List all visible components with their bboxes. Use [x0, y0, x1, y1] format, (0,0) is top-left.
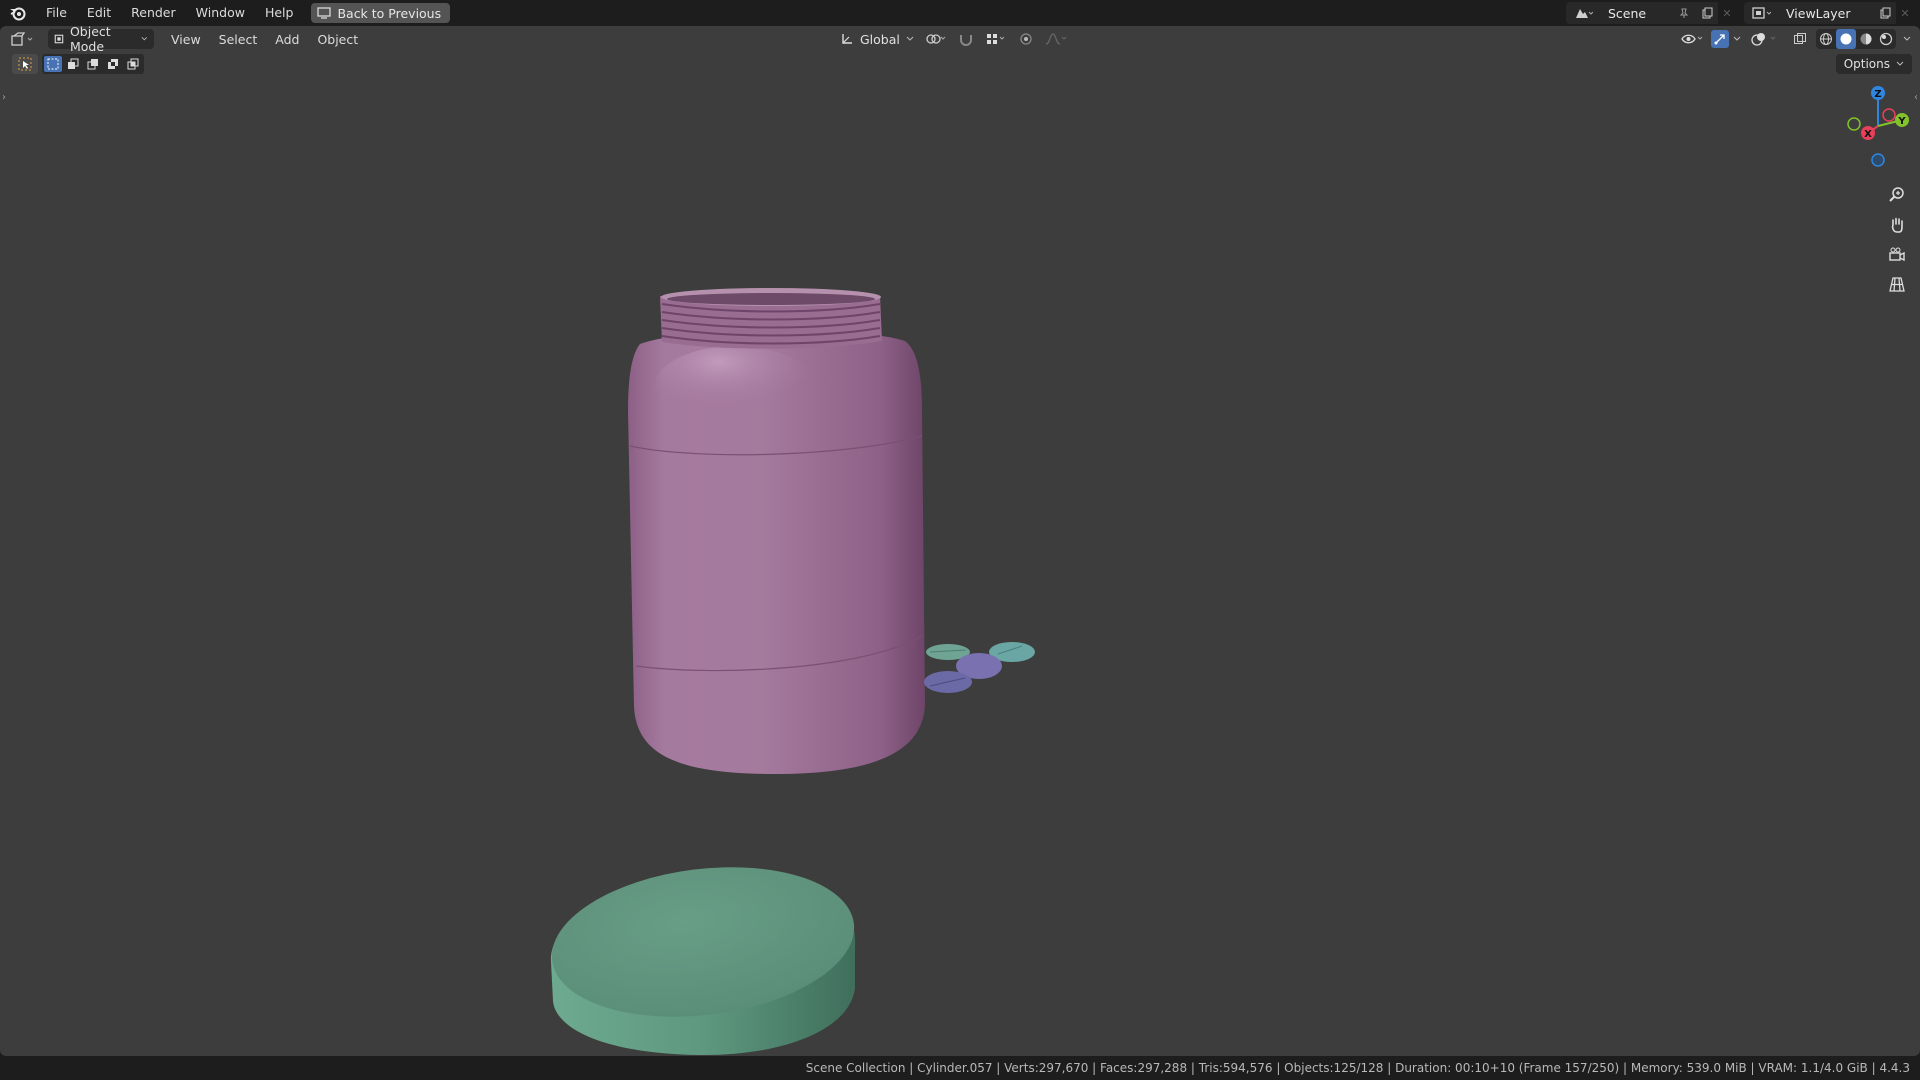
- top-menu-bar: File Edit Render Window Help Back to Pre…: [0, 0, 1920, 26]
- editor-type-icon[interactable]: [10, 29, 40, 49]
- solid-shading-icon[interactable]: [1836, 29, 1856, 49]
- menu-render[interactable]: Render: [121, 0, 186, 26]
- menu-object[interactable]: Object: [308, 32, 367, 47]
- scene-selector: Scene ✕: [1566, 2, 1736, 24]
- mode-label: Object Mode: [69, 26, 111, 54]
- pivot-point-icon[interactable]: [924, 29, 948, 49]
- chevron-down-icon: [1896, 61, 1904, 66]
- blender-logo-icon[interactable]: [0, 0, 36, 26]
- orientation-dropdown[interactable]: Global: [836, 29, 918, 49]
- overlays-icon[interactable]: [1748, 29, 1784, 49]
- jar-object[interactable]: [628, 288, 925, 774]
- wireframe-shading-icon[interactable]: [1816, 29, 1836, 49]
- new-view-layer-icon[interactable]: [1874, 2, 1896, 24]
- zoom-icon[interactable]: [1884, 182, 1910, 208]
- select-extend-icon[interactable]: [64, 56, 82, 72]
- gizmo-toggle-icon[interactable]: [1708, 29, 1744, 49]
- menu-add[interactable]: Add: [266, 32, 308, 47]
- select-intersect-icon[interactable]: [124, 56, 142, 72]
- axis-icon: [842, 34, 852, 44]
- shading-mode-group: [1816, 29, 1896, 49]
- lid-object[interactable]: [543, 851, 863, 1056]
- viewport-scene[interactable]: [0, 26, 1920, 1056]
- selection-tools: [12, 54, 144, 74]
- navigation-gizmo[interactable]: Z Y X: [1834, 82, 1914, 172]
- object-mode-icon: [54, 34, 64, 44]
- delete-view-layer-icon[interactable]: ✕: [1896, 2, 1914, 24]
- shading-options-chevron-icon[interactable]: [1900, 29, 1914, 49]
- scene-type-icon[interactable]: [1566, 2, 1600, 24]
- x-axis-label: X: [1864, 129, 1872, 140]
- back-to-previous-button[interactable]: Back to Previous: [311, 3, 451, 23]
- viewport-header: Object Mode View Select Add Object Globa…: [0, 26, 1920, 54]
- snap-target-icon[interactable]: [984, 29, 1008, 49]
- orientation-label: Global: [860, 31, 900, 47]
- pan-hand-icon[interactable]: [1884, 212, 1910, 238]
- menu-view[interactable]: View: [162, 32, 210, 47]
- mode-dropdown[interactable]: Object Mode: [48, 26, 154, 54]
- select-new-icon[interactable]: [44, 56, 62, 72]
- neg-y-axis-handle[interactable]: [1847, 117, 1861, 131]
- y-axis-label: Y: [1897, 116, 1906, 127]
- chevron-down-icon: [906, 36, 914, 41]
- viewport-display-tools: [1680, 29, 1914, 49]
- sidebar-expand-icon[interactable]: ‹: [1914, 92, 1918, 103]
- falloff-icon[interactable]: [1044, 29, 1068, 49]
- menu-select[interactable]: Select: [210, 32, 267, 47]
- neg-x-axis-handle[interactable]: [1882, 108, 1896, 122]
- new-scene-icon[interactable]: [1696, 2, 1718, 24]
- screen-icon: [317, 7, 332, 19]
- visibility-icon[interactable]: [1680, 29, 1704, 49]
- selection-mode-group: [42, 54, 144, 74]
- camera-view-icon[interactable]: [1884, 242, 1910, 268]
- rendered-shading-icon[interactable]: [1876, 29, 1896, 49]
- neg-z-axis-handle[interactable]: [1871, 153, 1885, 167]
- proportional-editing-icon[interactable]: [1014, 29, 1038, 49]
- back-button-label: Back to Previous: [337, 5, 442, 21]
- chevron-down-icon: [141, 37, 148, 41]
- status-bar: Scene Collection | Cylinder.057 | Verts:…: [0, 1056, 1920, 1080]
- menu-edit[interactable]: Edit: [77, 0, 121, 26]
- 3d-viewport[interactable]: Object Mode View Select Add Object Globa…: [0, 26, 1920, 1056]
- snap-icon[interactable]: [954, 29, 978, 49]
- material-shading-icon[interactable]: [1856, 29, 1876, 49]
- options-label: Options: [1843, 57, 1890, 71]
- scene-name-field[interactable]: Scene: [1600, 2, 1696, 24]
- view-layer-selector: ViewLayer ✕: [1744, 2, 1914, 24]
- xray-icon[interactable]: [1788, 29, 1812, 49]
- perspective-toggle-icon[interactable]: [1884, 272, 1910, 298]
- z-axis-label: Z: [1874, 89, 1881, 100]
- view-layer-name: ViewLayer: [1786, 5, 1851, 21]
- toolbar-expand-icon[interactable]: ›: [2, 92, 6, 103]
- select-difference-icon[interactable]: [104, 56, 122, 72]
- menu-help[interactable]: Help: [255, 0, 304, 26]
- menu-file[interactable]: File: [36, 0, 77, 26]
- view-layer-name-field[interactable]: ViewLayer: [1778, 2, 1874, 24]
- pin-icon[interactable]: [1678, 7, 1690, 19]
- pills-group[interactable]: [924, 642, 1035, 693]
- menu-window[interactable]: Window: [186, 0, 255, 26]
- select-tool-icon[interactable]: [12, 54, 38, 74]
- delete-scene-icon[interactable]: ✕: [1718, 2, 1736, 24]
- status-info: Scene Collection | Cylinder.057 | Verts:…: [805, 1061, 1910, 1075]
- scene-name: Scene: [1608, 5, 1647, 21]
- view-layer-type-icon[interactable]: [1744, 2, 1778, 24]
- options-dropdown[interactable]: Options: [1835, 54, 1912, 74]
- select-subtract-icon[interactable]: [84, 56, 102, 72]
- transform-tools: Global: [836, 29, 1068, 49]
